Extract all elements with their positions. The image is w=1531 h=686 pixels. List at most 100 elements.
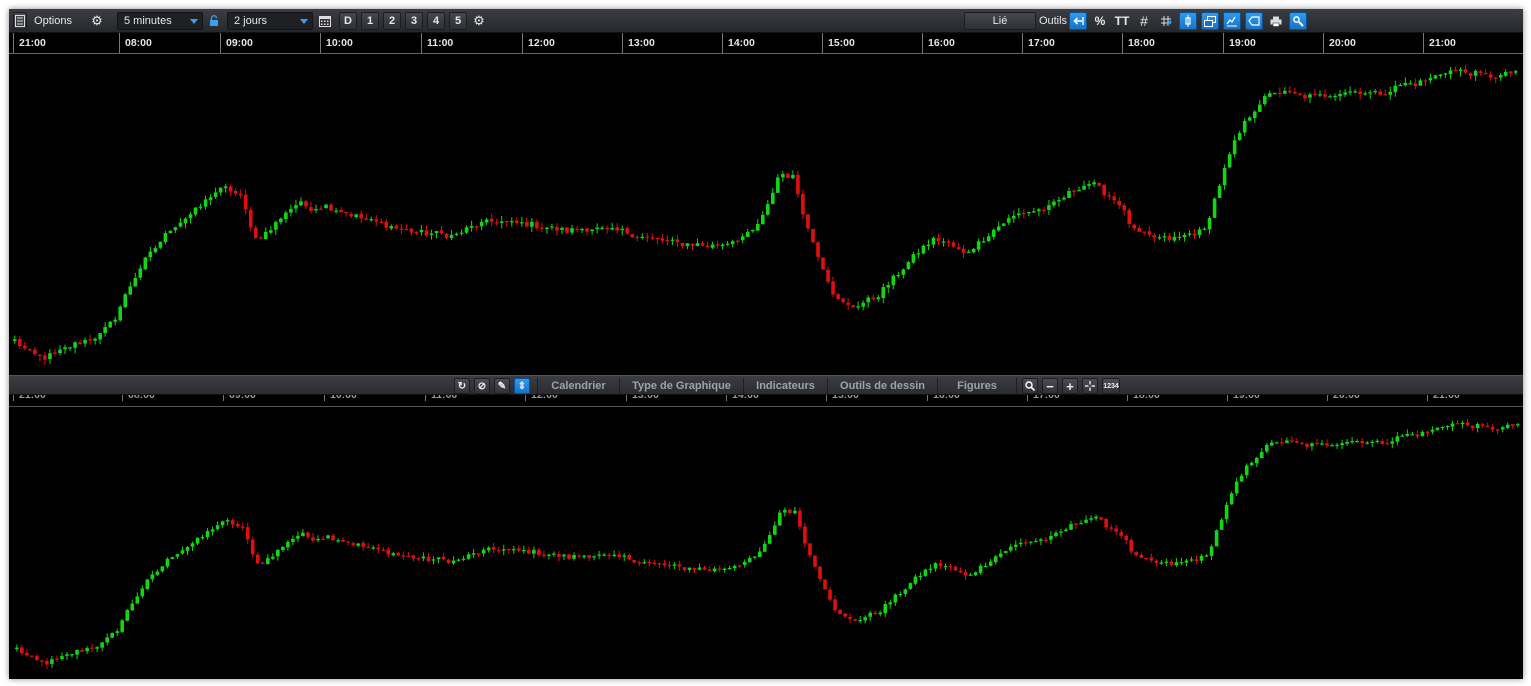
indicator-draw-icon[interactable] [1223, 12, 1241, 30]
settings-gear-icon[interactable]: ⚙ [471, 12, 487, 30]
pencil-icon[interactable]: ✎ [494, 378, 510, 394]
candle-body [861, 302, 865, 307]
candle-body [185, 547, 190, 551]
candle-body [605, 227, 609, 230]
candle-body [1197, 229, 1202, 236]
zoom-in-icon[interactable]: + [1062, 378, 1078, 394]
candle-body [1079, 523, 1083, 525]
text-size-button[interactable]: TT [1113, 12, 1131, 30]
candle-body [627, 554, 632, 560]
candle-body [883, 604, 888, 614]
candle-body [1398, 84, 1403, 87]
candle-body [1383, 94, 1388, 96]
list-icon[interactable] [13, 12, 27, 30]
candle-body [130, 603, 135, 611]
cancel-icon[interactable]: ⊘ [474, 378, 490, 394]
gear-icon[interactable]: ⚙ [89, 12, 105, 30]
crosshair-pen-icon[interactable] [1157, 12, 1175, 30]
candle-body [1052, 201, 1056, 206]
candle-body [647, 561, 652, 564]
candle-body [110, 633, 114, 638]
candle-body [509, 221, 514, 223]
search-icon[interactable] [1022, 378, 1038, 394]
candle-body [324, 204, 328, 209]
candle-body [1408, 83, 1413, 85]
layout-button-5[interactable]: 5 [449, 12, 467, 30]
candle-body [1420, 431, 1425, 437]
candle-body [1410, 434, 1415, 436]
lock-icon[interactable] [207, 12, 221, 30]
candle-body [575, 228, 579, 231]
layout-button-2[interactable]: 2 [383, 12, 401, 30]
candle-body [60, 656, 64, 660]
candle-body [838, 609, 842, 615]
crosshair-icon[interactable] [1082, 378, 1098, 394]
zoom-out-icon[interactable]: − [1042, 378, 1058, 394]
back-arrow-icon[interactable] [1069, 12, 1087, 30]
candle-body [1137, 227, 1142, 232]
time-tick: 15:00 [826, 395, 859, 401]
grid-icon[interactable]: # [1135, 12, 1153, 30]
candle-body [163, 232, 168, 243]
candle-body [150, 574, 155, 580]
candle-body [1112, 196, 1116, 201]
percent-button[interactable]: % [1091, 12, 1109, 30]
candle-body [346, 541, 350, 543]
candle-body [1019, 542, 1023, 545]
candle-body [1495, 429, 1500, 431]
up-down-arrows-icon[interactable]: ⇕ [514, 378, 530, 394]
candle-body [680, 242, 685, 247]
linked-button[interactable]: Lié [964, 12, 1036, 30]
layout-button-4[interactable]: 4 [427, 12, 445, 30]
candle-body [1425, 431, 1430, 434]
candle-body [1127, 210, 1132, 225]
candle-body [1415, 434, 1420, 437]
tag-icon[interactable] [1245, 12, 1263, 30]
candle-body [1027, 212, 1031, 214]
period-dropdown[interactable]: 2 jours [227, 12, 313, 30]
candle-body [1450, 423, 1455, 427]
figures-menu[interactable]: Figures [937, 378, 1017, 394]
candle-body [289, 208, 293, 213]
candle-body [294, 205, 298, 209]
candle-body [1468, 72, 1473, 76]
calendar-menu[interactable]: Calendrier [537, 378, 619, 394]
chart-type-menu[interactable]: Type de Graphique [619, 378, 743, 394]
digits-button[interactable]: 1234 [1102, 378, 1120, 394]
print-icon[interactable] [1267, 12, 1285, 30]
time-tick: 14:00 [726, 395, 759, 401]
layout-button-1[interactable]: 1 [361, 12, 379, 30]
candlestick-icon[interactable] [1179, 12, 1197, 30]
candle-body [1480, 424, 1485, 426]
windows-icon[interactable] [1201, 12, 1219, 30]
interval-dropdown[interactable]: 5 minutes [117, 12, 203, 30]
indicators-menu[interactable]: Indicateurs [743, 378, 827, 394]
candle-body [948, 565, 953, 568]
price-chart-top[interactable] [9, 55, 1523, 375]
candle-body [1054, 532, 1058, 537]
candle-body [1039, 539, 1043, 541]
refresh-icon[interactable]: ↻ [454, 378, 470, 394]
candle-body [740, 236, 745, 241]
candle-body [210, 529, 215, 532]
drawing-tools-menu[interactable]: Outils de dessin [827, 378, 937, 394]
candle-body [1465, 422, 1470, 426]
candle-body [481, 549, 486, 554]
candle-body [88, 339, 92, 341]
candle-body [1500, 427, 1505, 430]
calendar-icon[interactable] [317, 12, 333, 30]
tools-settings-icon[interactable] [1289, 12, 1307, 30]
candle-body [1358, 91, 1362, 95]
candle-body [128, 286, 133, 295]
price-chart-bottom[interactable] [9, 409, 1523, 679]
layout-button-3[interactable]: 3 [405, 12, 423, 30]
candle-body [662, 563, 667, 566]
options-button[interactable]: Options [31, 12, 75, 30]
day-button[interactable]: D [339, 12, 357, 30]
candle-body [1259, 452, 1264, 458]
candle-body [898, 594, 903, 596]
candle-body [1207, 217, 1212, 230]
candle-body [399, 228, 404, 230]
candle-body [1182, 234, 1187, 238]
candle-body [419, 230, 424, 233]
